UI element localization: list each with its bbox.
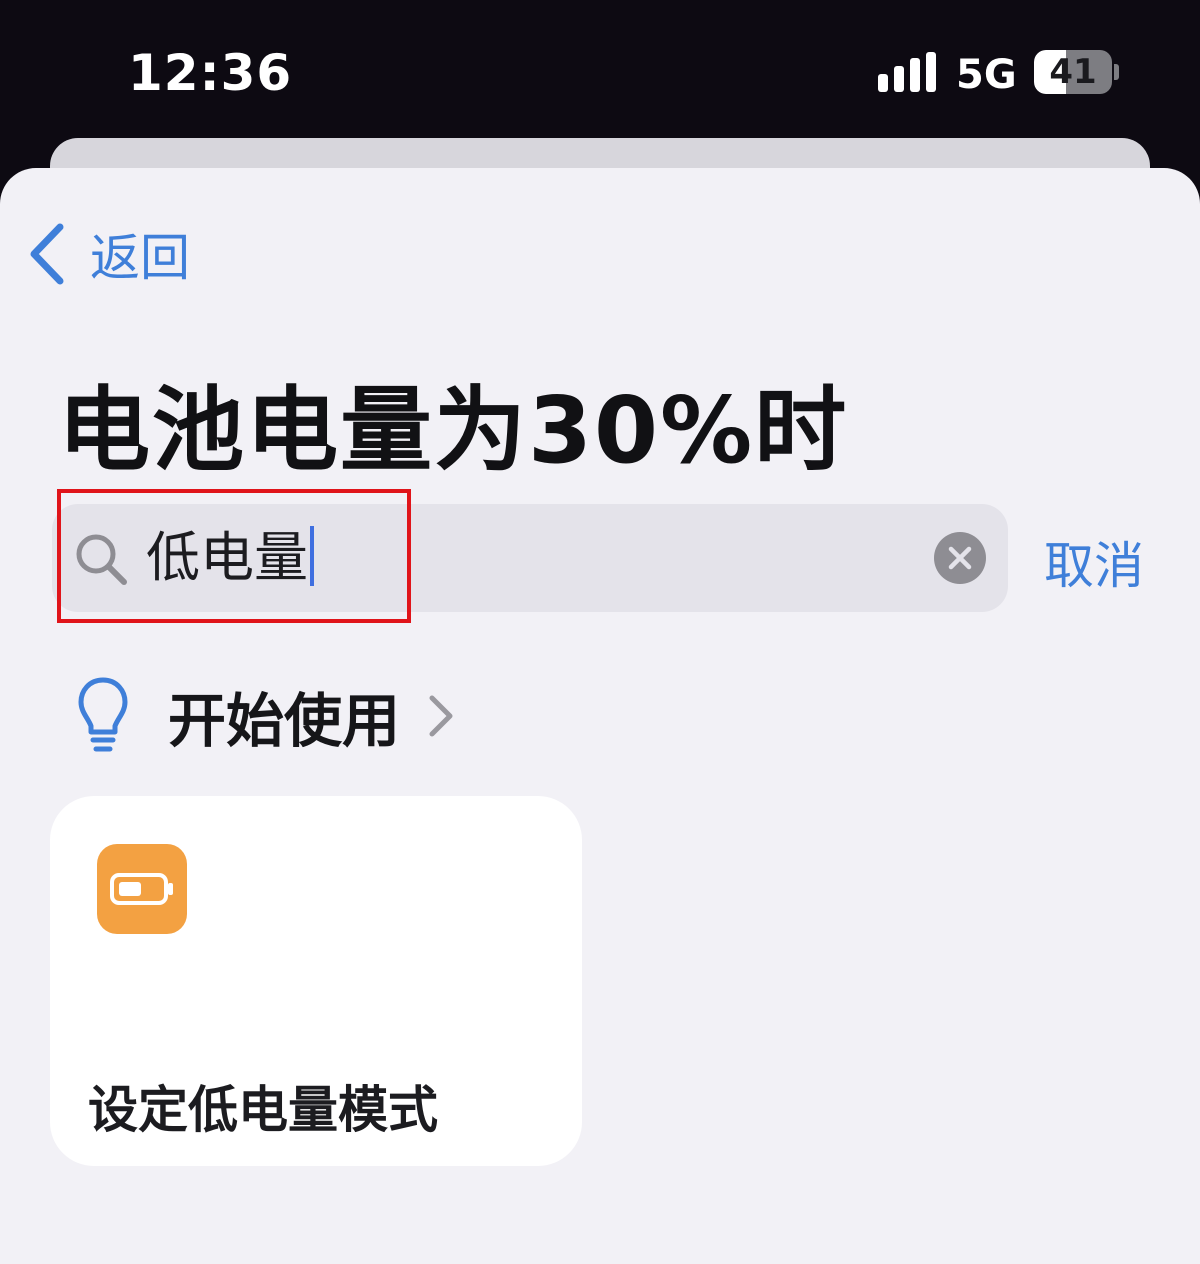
lightbulb-icon [78, 677, 128, 752]
get-started-link[interactable]: 开始使用 [76, 674, 456, 758]
status-time: 12:36 [128, 44, 293, 102]
close-icon [948, 546, 972, 570]
cellular-signal-icon [878, 52, 936, 92]
back-label: 返回 [90, 229, 190, 287]
chevron-left-icon [30, 223, 64, 285]
clear-search-button[interactable] [934, 532, 986, 584]
back-button[interactable]: 返回 [26, 222, 190, 287]
status-bar: 12:36 5G 41 [0, 0, 1200, 135]
action-card-label: 设定低电量模式 [88, 1081, 438, 1139]
chevron-right-icon [429, 695, 453, 737]
battery-level: 41 [1049, 52, 1097, 92]
battery-indicator: 41 [1034, 50, 1112, 94]
cancel-button[interactable]: 取消 [1044, 526, 1144, 598]
get-started-label: 开始使用 [168, 687, 401, 755]
battery-icon [110, 873, 173, 905]
highlight-annotation [57, 489, 411, 623]
battery-app-icon [97, 844, 187, 934]
page-title: 电池电量为30%时 [58, 377, 849, 484]
action-card-low-power-mode[interactable]: 设定低电量模式 [50, 796, 582, 1166]
network-type: 5G [956, 52, 1017, 98]
battery-cap [1114, 64, 1119, 80]
